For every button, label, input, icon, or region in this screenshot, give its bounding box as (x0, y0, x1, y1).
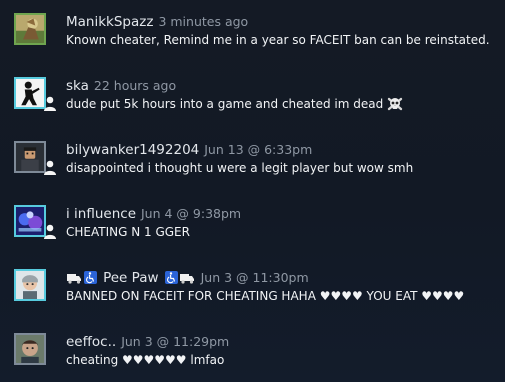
comment-author[interactable]: Pee Paw (103, 270, 158, 286)
comment-timestamp: 3 minutes ago (158, 14, 249, 29)
comment-text: Known cheater, Remind me in a year so FA… (66, 33, 490, 47)
comment-item: ska 22 hours ago dude put 5k hours into a… (0, 77, 505, 121)
person-icon (43, 224, 57, 239)
avatar[interactable] (14, 77, 46, 109)
person-icon (43, 160, 57, 175)
comment-timestamp: Jun 4 @ 9:38pm (141, 206, 242, 221)
comment-header: i influence Jun 4 @ 9:38pm (66, 204, 241, 223)
comment-text: BANNED ON FACEIT FOR CHEATING HAHA ♥♥♥♥ … (66, 289, 465, 303)
comment-item: eeffoc.. Jun 3 @ 11:29pm cheating ♥♥♥♥♥♥ … (0, 333, 505, 377)
skull-crossbones-icon (387, 96, 403, 112)
avatar[interactable] (14, 333, 46, 365)
comment-item: Pee Paw Jun 3 @ 11:30pm BANNED ON FACEIT… (0, 269, 505, 313)
avatar-image (16, 207, 44, 235)
comment-author[interactable]: eeffoc.. (66, 334, 116, 350)
avatar-image (16, 79, 44, 107)
comment-timestamp: Jun 13 @ 6:33pm (204, 142, 313, 157)
comment-author[interactable]: bilywanker1492204 (66, 142, 199, 158)
comment-text: CHEATING N 1 GGER (66, 225, 190, 239)
comment-timestamp: Jun 3 @ 11:30pm (200, 270, 309, 285)
comment-text: disappointed i thought u were a legit pl… (66, 161, 414, 175)
person-icon (43, 96, 57, 111)
comment-item: ManikkSpazz 3 minutes ago Known cheater, … (0, 13, 505, 57)
avatar-image (16, 143, 44, 171)
comment-item: i influence Jun 4 @ 9:38pm CHEATING N 1 G… (0, 205, 505, 249)
wheelchair-icon (164, 271, 178, 284)
avatar[interactable] (14, 269, 46, 301)
truck-icon (179, 273, 195, 284)
avatar[interactable] (14, 141, 46, 173)
comment-header: ska 22 hours ago (66, 76, 176, 95)
avatar[interactable] (14, 13, 46, 45)
comment-text: cheating ♥♥♥♥♥♥ lmfao (66, 353, 225, 367)
comment-text-content: dude put 5k hours into a game and cheate… (66, 97, 384, 111)
comment-text: dude put 5k hours into a game and cheate… (66, 96, 403, 112)
comment-header: eeffoc.. Jun 3 @ 11:29pm (66, 332, 229, 351)
comment-item: bilywanker1492204 Jun 13 @ 6:33pm disappo… (0, 141, 505, 185)
comment-author[interactable]: ManikkSpazz (66, 14, 153, 30)
avatar-image (16, 335, 44, 363)
truck-icon (67, 273, 82, 284)
avatar[interactable] (14, 205, 46, 237)
comment-header: Pee Paw Jun 3 @ 11:30pm (66, 268, 309, 287)
avatar-image (16, 271, 44, 299)
wheelchair-icon (84, 271, 97, 284)
avatar-image (16, 15, 44, 43)
comment-author[interactable]: i influence (66, 206, 136, 222)
comment-header: ManikkSpazz 3 minutes ago (66, 12, 248, 31)
comment-author[interactable]: ska (66, 78, 89, 94)
comment-timestamp: Jun 3 @ 11:29pm (121, 334, 230, 349)
comment-header: bilywanker1492204 Jun 13 @ 6:33pm (66, 140, 312, 159)
comment-timestamp: 22 hours ago (93, 78, 177, 93)
